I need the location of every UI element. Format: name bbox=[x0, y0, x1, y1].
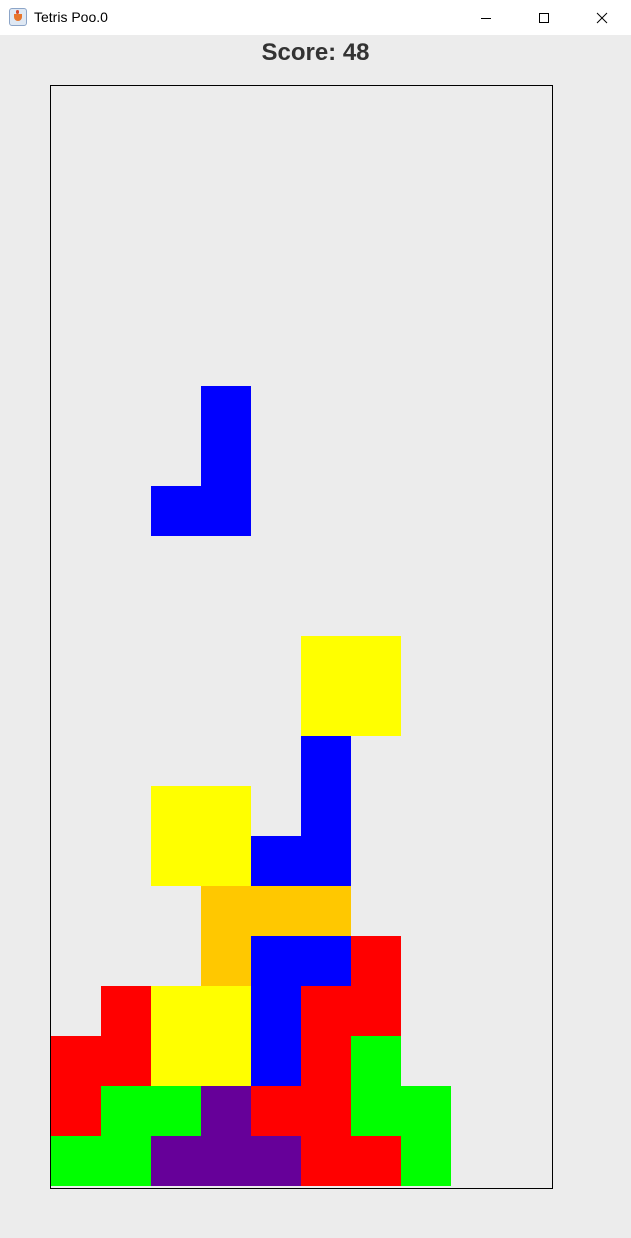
settled-block bbox=[251, 1036, 301, 1086]
settled-block bbox=[301, 1086, 351, 1136]
settled-block bbox=[301, 1136, 351, 1186]
settled-block bbox=[251, 936, 301, 986]
settled-block bbox=[251, 986, 301, 1036]
settled-block bbox=[401, 1136, 451, 1186]
settled-block bbox=[201, 836, 251, 886]
close-icon bbox=[596, 12, 608, 23]
settled-block bbox=[301, 1036, 351, 1086]
game-board[interactable] bbox=[50, 85, 553, 1189]
maximize-button[interactable] bbox=[515, 0, 573, 35]
falling-piece-block bbox=[151, 486, 201, 536]
settled-block bbox=[151, 1086, 201, 1136]
settled-block bbox=[301, 986, 351, 1036]
settled-block bbox=[251, 1086, 301, 1136]
settled-block bbox=[251, 886, 301, 936]
settled-block bbox=[351, 636, 401, 686]
settled-block bbox=[301, 886, 351, 936]
settled-block bbox=[351, 1036, 401, 1086]
close-button[interactable] bbox=[573, 0, 631, 35]
minimize-button[interactable] bbox=[457, 0, 515, 35]
window-title: Tetris Poo.0 bbox=[34, 9, 108, 25]
minimize-icon bbox=[481, 17, 491, 19]
settled-block bbox=[151, 1036, 201, 1086]
settled-block bbox=[201, 1036, 251, 1086]
settled-block bbox=[251, 836, 301, 886]
settled-block bbox=[201, 986, 251, 1036]
settled-block bbox=[351, 1136, 401, 1186]
settled-block bbox=[351, 686, 401, 736]
falling-piece-block bbox=[201, 486, 251, 536]
settled-block bbox=[51, 1036, 101, 1086]
settled-block bbox=[301, 736, 351, 786]
settled-block bbox=[351, 1086, 401, 1136]
settled-block bbox=[301, 636, 351, 686]
settled-block bbox=[351, 986, 401, 1036]
settled-block bbox=[151, 836, 201, 886]
settled-block bbox=[201, 886, 251, 936]
settled-block bbox=[51, 1136, 101, 1186]
settled-block bbox=[301, 686, 351, 736]
title-bar: Tetris Poo.0 bbox=[0, 0, 631, 35]
settled-block bbox=[351, 936, 401, 986]
settled-block bbox=[101, 1086, 151, 1136]
settled-block bbox=[401, 1086, 451, 1136]
settled-block bbox=[151, 786, 201, 836]
settled-block bbox=[201, 1136, 251, 1186]
settled-block bbox=[201, 936, 251, 986]
java-app-icon bbox=[9, 8, 27, 26]
settled-block bbox=[201, 786, 251, 836]
settled-block bbox=[101, 1036, 151, 1086]
score-label: Score: 48 bbox=[261, 39, 370, 66]
settled-block bbox=[101, 1136, 151, 1186]
settled-block bbox=[251, 1136, 301, 1186]
settled-block bbox=[301, 836, 351, 886]
settled-block bbox=[151, 986, 201, 1036]
settled-block bbox=[301, 786, 351, 836]
settled-block bbox=[151, 1136, 201, 1186]
settled-block bbox=[201, 1086, 251, 1136]
falling-piece-block bbox=[201, 436, 251, 486]
settled-block bbox=[51, 1086, 101, 1136]
falling-piece-block bbox=[201, 386, 251, 436]
settled-block bbox=[301, 936, 351, 986]
maximize-icon bbox=[539, 12, 549, 23]
settled-block bbox=[101, 986, 151, 1036]
